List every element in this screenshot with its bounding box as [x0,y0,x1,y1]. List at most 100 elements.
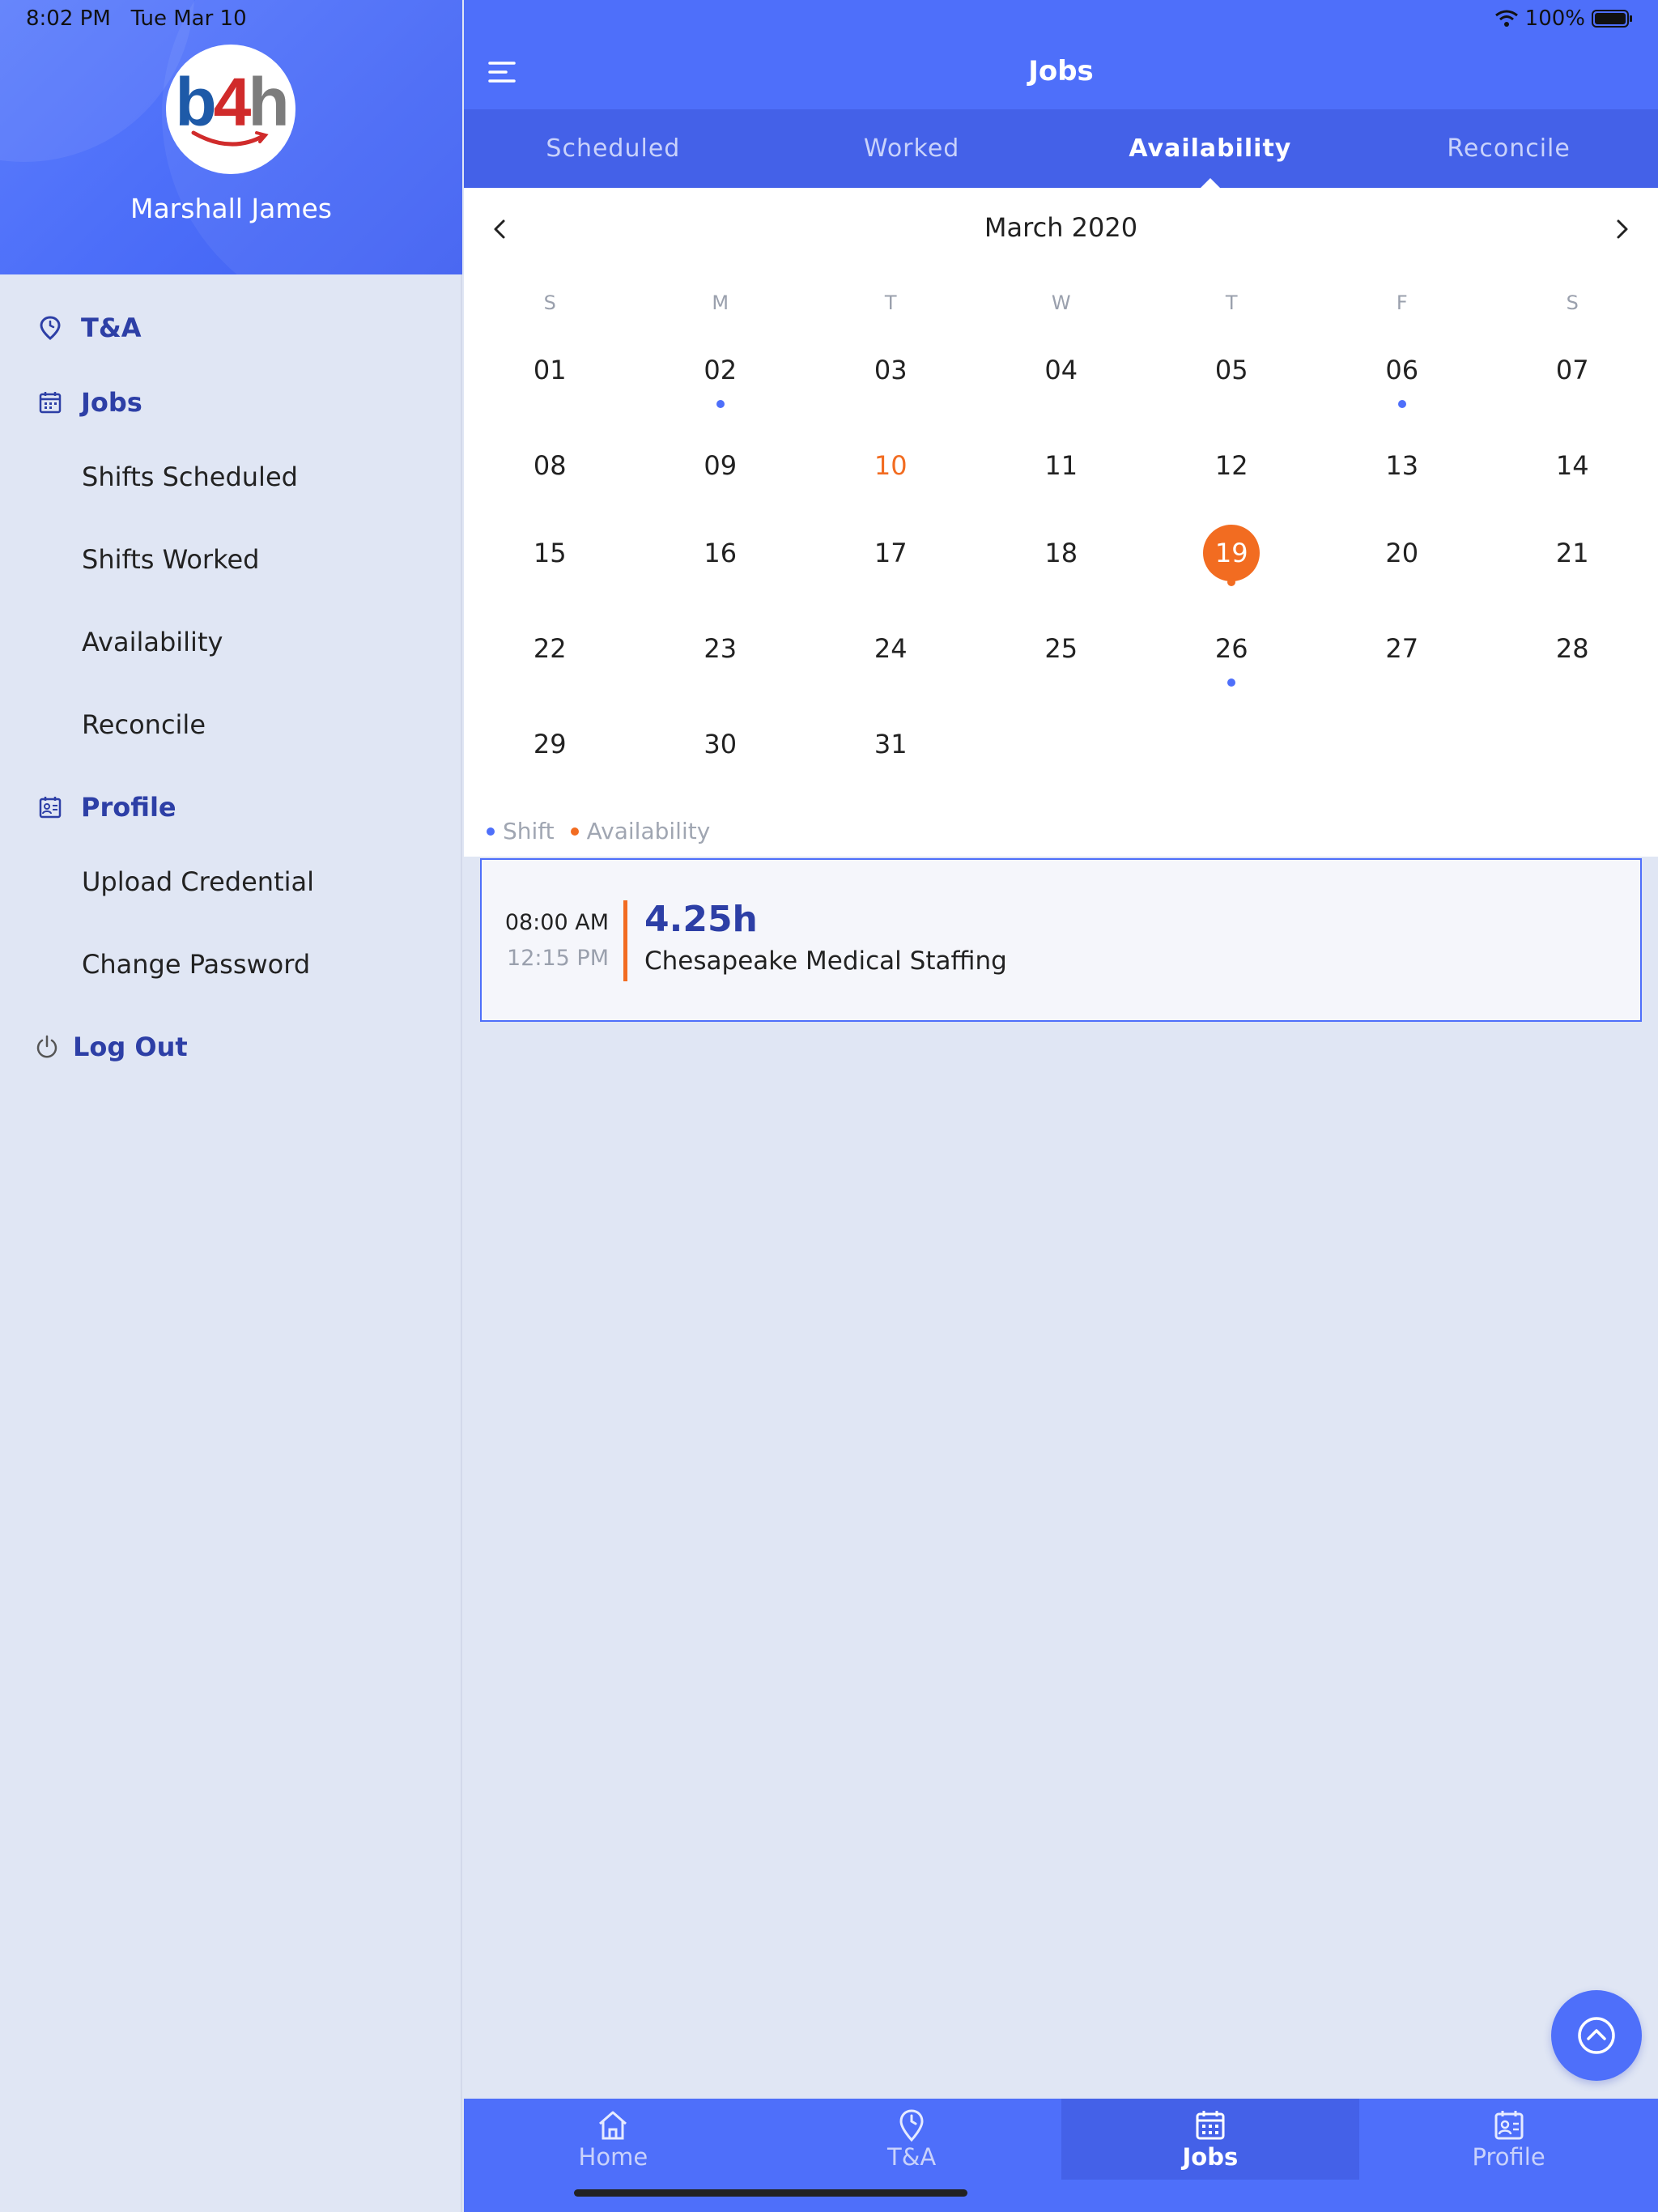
sidebar-section-profile[interactable]: Profile [37,792,176,823]
sidebar-item-upload-credential[interactable]: Upload Credential [82,866,314,897]
day-number-text: 18 [1044,538,1078,568]
day-number: 01 [521,342,578,398]
calendar-icon [1196,2111,1225,2140]
shift-accent-bar [623,900,627,981]
calendar-day[interactable]: 24 [806,620,976,685]
calendar-legend: Shift Availability [487,818,710,844]
shift-dot [1227,678,1236,687]
tab-worked[interactable]: Worked [763,109,1061,188]
shift-end-time: 12:15 PM [507,946,609,971]
calendar-day[interactable]: 07 [1487,342,1658,406]
day-number: 14 [1544,437,1601,494]
tab-scheduled[interactable]: Scheduled [464,109,763,188]
calendar-day[interactable]: 26 [1146,620,1317,687]
calendar-day[interactable]: 16 [636,525,806,589]
calendar-day[interactable]: 03 [806,342,976,406]
calendar-day[interactable]: 01 [465,342,636,406]
calendar-day[interactable]: 02 [636,342,806,408]
bottom-nav-label: Home [578,2143,648,2171]
calendar: March 2020 S M T W T F S 01 02 03 04 05 06 07 08 09 10 1… [464,188,1658,857]
day-number-text: 05 [1214,355,1248,385]
calendar-day[interactable]: 31 [806,716,976,781]
calendar-day[interactable]: 30 [636,716,806,781]
sidebar-header: 8:02 PM Tue Mar 10 b4h Marshall James [0,0,462,274]
tab-reconcile[interactable]: Reconcile [1359,109,1658,188]
calendar-day[interactable]: 05 [1146,342,1317,406]
sidebar-item-availability[interactable]: Availability [82,627,223,657]
calendar-day[interactable]: 12 [1146,437,1317,502]
tab-availability[interactable]: Availability [1061,109,1360,188]
day-number-text: 24 [874,633,908,664]
weekday-label: F [1396,291,1408,314]
day-number-text: 20 [1385,538,1419,568]
calendar-day[interactable]: 22 [465,620,636,685]
sidebar-item-change-password[interactable]: Change Password [82,949,310,980]
calendar-day[interactable]: 19 [1146,525,1317,589]
bottom-nav-jobs[interactable]: Jobs [1061,2099,1360,2180]
shift-dot [1397,400,1406,408]
calendar-day[interactable]: 29 [465,716,636,781]
day-number: 12 [1203,437,1260,494]
calendar-day[interactable]: 28 [1487,620,1658,685]
day-number-text: 19 [1214,538,1248,568]
calendar-day[interactable]: 25 [976,620,1147,685]
day-number: 27 [1374,620,1431,677]
chevron-right-icon[interactable] [1609,217,1634,241]
calendar-day[interactable]: 11 [976,437,1147,502]
location-clock-icon [40,316,61,340]
chevron-up-circle-icon [1578,2017,1615,2054]
calendar-day[interactable]: 06 [1317,342,1488,408]
day-number: 31 [862,716,919,772]
day-number: 02 [692,342,749,408]
sidebar-logout[interactable]: Log Out [34,1032,188,1062]
sidebar-section-jobs[interactable]: Jobs [37,387,142,418]
bottom-nav-home[interactable]: Home [464,2099,763,2180]
calendar-day[interactable]: 21 [1487,525,1658,589]
shift-card[interactable]: 08:00 AM 12:15 PM 4.25h Chesapeake Medic… [480,858,1642,1022]
calendar-day[interactable]: 15 [465,525,636,589]
calendar-day[interactable]: 09 [636,437,806,502]
calendar-icon [39,392,62,414]
calendar-day[interactable]: 17 [806,525,976,589]
sidebar-item-shifts-worked[interactable]: Shifts Worked [82,544,259,575]
calendar-day[interactable]: 14 [1487,437,1658,502]
sidebar-item-shifts-scheduled[interactable]: Shifts Scheduled [82,462,298,492]
sidebar-item-reconcile[interactable]: Reconcile [82,709,206,740]
day-number: 20 [1374,525,1431,581]
day-number-text: 21 [1555,538,1589,568]
location-clock-icon [899,2109,924,2142]
calendar-day[interactable]: 23 [636,620,806,685]
sidebar-section-ta[interactable]: T&A [37,313,142,343]
day-number-text: 06 [1385,355,1419,385]
battery-percent: 100% [1524,6,1585,31]
day-number: 19 [1203,525,1261,586]
power-icon [36,1035,57,1058]
calendar-day[interactable]: 27 [1317,620,1488,685]
id-card-icon [39,797,62,819]
weekday-label: S [1566,291,1579,314]
chevron-left-icon[interactable] [488,217,512,241]
calendar-day[interactable]: 13 [1317,437,1488,502]
page-title: Jobs [1028,55,1094,87]
scroll-up-button[interactable] [1551,1990,1642,2081]
day-number: 15 [521,525,578,581]
bottom-nav-profile[interactable]: Profile [1359,2099,1658,2180]
shift-hours: 4.25h [644,899,758,940]
b4h-logo: b4h [175,64,289,140]
sidebar-section-label: T&A [81,313,142,343]
day-number-text: 22 [533,633,567,664]
avatar[interactable]: b4h [166,45,295,174]
availability-dot [570,827,579,836]
calendar-day[interactable]: 08 [465,437,636,502]
day-number-text: 08 [533,450,567,481]
bottom-nav-ta[interactable]: T&A [763,2099,1061,2180]
calendar-day[interactable]: 18 [976,525,1147,589]
day-number: 22 [521,620,578,677]
day-number: 21 [1544,525,1601,581]
smile-logo-mark [191,130,269,147]
calendar-day[interactable]: 04 [976,342,1147,406]
home-icon [599,2111,627,2140]
calendar-day[interactable]: 20 [1317,525,1488,589]
calendar-day[interactable]: 10 [806,437,976,502]
home-indicator [574,2189,967,2197]
